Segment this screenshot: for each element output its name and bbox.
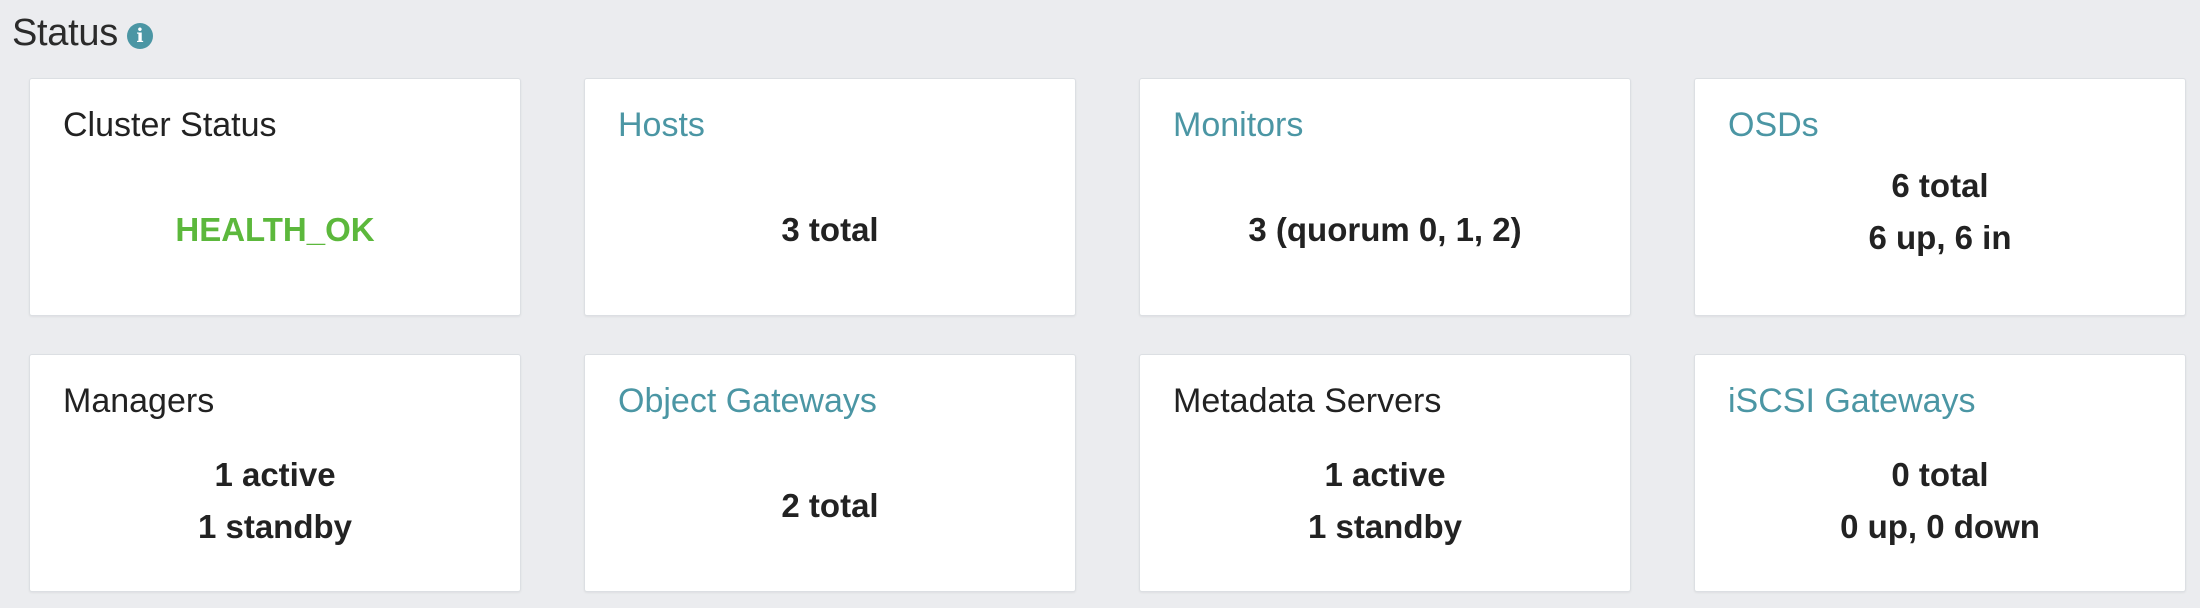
managers-standby-value: 1 standby [197,508,353,545]
object-gateways-body: 2 total [585,441,1075,571]
status-cards-grid: Cluster Status HEALTH_OK Hosts 3 total M… [29,78,2186,592]
osds-total-value: 6 total [1891,167,1989,204]
osds-card: OSDs 6 total 6 up, 6 in [1694,78,2186,316]
cluster-health-value: HEALTH_OK [175,211,375,248]
hosts-card: Hosts 3 total [584,78,1076,316]
iscsi-gateways-total-value: 0 total [1891,456,1989,493]
hosts-value: 3 total [781,211,879,248]
iscsi-gateways-link[interactable]: iSCSI Gateways [1728,382,1976,420]
cluster-status-title: Cluster Status [63,106,277,144]
osds-link[interactable]: OSDs [1728,106,1819,144]
iscsi-gateways-updown-value: 0 up, 0 down [1840,508,2040,545]
info-icon[interactable]: i [126,23,153,49]
monitors-card: Monitors 3 (quorum 0, 1, 2) [1139,78,1631,316]
managers-active-value: 1 active [214,456,336,493]
cluster-status-card: Cluster Status HEALTH_OK [29,78,521,316]
hosts-body: 3 total [585,165,1075,295]
cluster-status-body: HEALTH_OK [30,165,520,295]
managers-card: Managers 1 active 1 standby [29,354,521,592]
metadata-servers-active-value: 1 active [1324,456,1446,493]
managers-body: 1 active 1 standby [30,437,520,565]
managers-title: Managers [63,382,215,420]
object-gateways-value: 2 total [781,487,879,524]
osds-up-in-value: 6 up, 6 in [1868,219,2012,256]
page-title: Status [12,11,118,54]
iscsi-gateways-body: 0 total 0 up, 0 down [1695,437,2185,565]
monitors-value: 3 (quorum 0, 1, 2) [1248,211,1522,248]
metadata-servers-card: Metadata Servers 1 active 1 standby [1139,354,1631,592]
metadata-servers-title: Metadata Servers [1173,382,1442,420]
monitors-link[interactable]: Monitors [1173,106,1303,144]
object-gateways-card: Object Gateways 2 total [584,354,1076,592]
object-gateways-link[interactable]: Object Gateways [618,382,877,420]
osds-body: 6 total 6 up, 6 in [1695,167,2185,256]
monitors-body: 3 (quorum 0, 1, 2) [1140,165,1630,295]
metadata-servers-body: 1 active 1 standby [1140,437,1630,565]
hosts-link[interactable]: Hosts [618,106,705,144]
iscsi-gateways-card: iSCSI Gateways 0 total 0 up, 0 down [1694,354,2186,592]
metadata-servers-standby-value: 1 standby [1307,508,1463,545]
status-header: Status i [12,8,153,58]
